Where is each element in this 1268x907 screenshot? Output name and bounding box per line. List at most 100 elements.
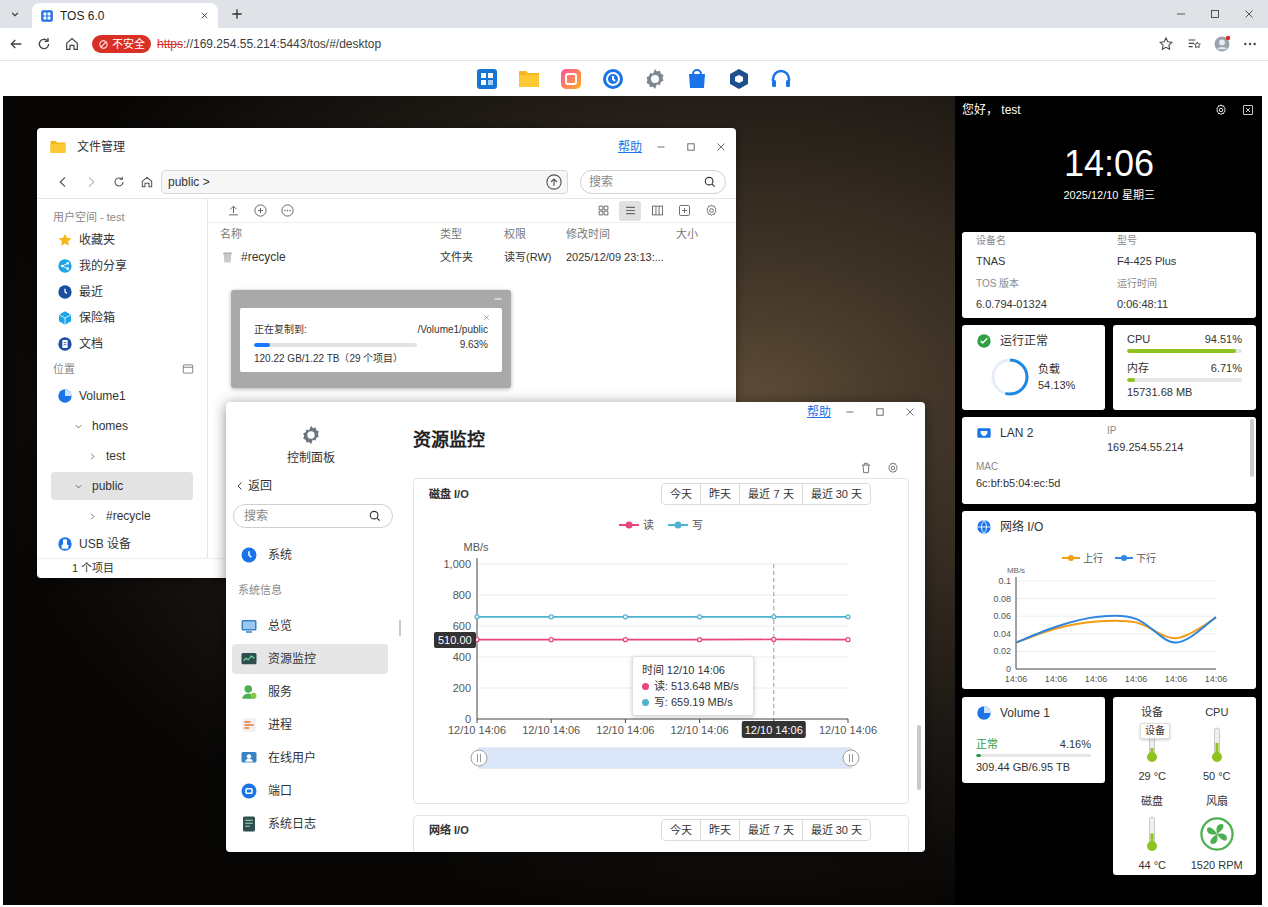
- data-point[interactable]: [623, 615, 627, 619]
- app-launcher-button[interactable]: [727, 67, 751, 91]
- nav-item[interactable]: 在线用户: [232, 741, 406, 774]
- view-mode-button[interactable]: [619, 201, 641, 221]
- nav-item-body[interactable]: 系统: [232, 540, 388, 570]
- search-input[interactable]: [589, 173, 703, 191]
- data-point[interactable]: [772, 637, 776, 641]
- view-mode-button[interactable]: [592, 201, 614, 221]
- minimize-button[interactable]: [835, 402, 865, 422]
- legend-item[interactable]: 上行: [1062, 551, 1103, 565]
- range-button[interactable]: 最近 30 天: [802, 820, 870, 840]
- data-point[interactable]: [475, 615, 479, 619]
- more-button[interactable]: [274, 200, 301, 222]
- nav-item-body[interactable]: 进程: [232, 710, 388, 740]
- maximize-button[interactable]: [1198, 0, 1232, 28]
- search-field[interactable]: [580, 170, 726, 194]
- nav-item[interactable]: 系统日志: [232, 807, 406, 840]
- chevron-right-icon[interactable]: [87, 511, 98, 522]
- data-point[interactable]: [846, 638, 850, 642]
- path-field[interactable]: public >: [161, 170, 568, 194]
- back-button[interactable]: 返回: [234, 476, 272, 496]
- help-link[interactable]: 帮助: [807, 403, 831, 421]
- new-window-button[interactable]: [673, 201, 695, 221]
- range-button[interactable]: 最近 7 天: [739, 484, 801, 504]
- nav-item-body[interactable]: 总览: [232, 611, 388, 641]
- app-launcher-button[interactable]: [685, 67, 709, 91]
- column-title[interactable]: 大小: [676, 226, 724, 243]
- reload-button[interactable]: [30, 30, 58, 58]
- clear-button[interactable]: [859, 461, 873, 475]
- nav-item[interactable]: 端口: [232, 774, 406, 807]
- view-mode-button[interactable]: [646, 201, 668, 221]
- security-badge[interactable]: 不安全: [92, 35, 151, 53]
- nav-item-body[interactable]: 服务: [232, 677, 388, 707]
- range-button[interactable]: 昨天: [700, 820, 739, 840]
- folder-row[interactable]: test: [51, 442, 193, 470]
- sidebar-item[interactable]: USB 设备: [41, 531, 203, 557]
- new-tab-button[interactable]: [226, 4, 248, 24]
- refresh-button[interactable]: [105, 170, 133, 194]
- minimize-button[interactable]: [491, 292, 505, 306]
- column-title[interactable]: 名称: [220, 226, 440, 243]
- range-button[interactable]: 最近 30 天: [802, 484, 870, 504]
- upload-button[interactable]: [220, 200, 247, 222]
- app-launcher-button[interactable]: [559, 67, 583, 91]
- data-point[interactable]: [549, 638, 553, 642]
- sidebar-item[interactable]: 收藏夹: [41, 227, 203, 253]
- data-point[interactable]: [772, 615, 776, 619]
- menu-button[interactable]: [1236, 30, 1264, 58]
- nav-item[interactable]: 服务: [232, 675, 406, 708]
- scrollbar-thumb[interactable]: [917, 725, 921, 790]
- parent-folder-button[interactable]: [543, 171, 565, 193]
- legend-item[interactable]: 写: [668, 517, 703, 533]
- chevron-right-icon[interactable]: [87, 451, 98, 462]
- home-button[interactable]: [133, 170, 161, 194]
- folder-row[interactable]: #recycle: [51, 502, 193, 530]
- legend-item[interactable]: 读: [619, 517, 654, 533]
- search-field[interactable]: [233, 504, 393, 528]
- data-point[interactable]: [623, 638, 627, 642]
- close-button[interactable]: [706, 137, 736, 157]
- back-button[interactable]: [2, 30, 30, 58]
- range-button[interactable]: 最近 7 天: [739, 820, 801, 840]
- folder-row[interactable]: public: [51, 472, 193, 500]
- data-point[interactable]: [549, 615, 553, 619]
- maximize-button[interactable]: [676, 137, 706, 157]
- sidebar-item[interactable]: 保险箱: [41, 305, 203, 331]
- maximize-button[interactable]: [865, 402, 895, 422]
- zoom-handle[interactable]: [471, 750, 487, 766]
- favorites-button[interactable]: [1180, 30, 1208, 58]
- sidebar-item[interactable]: 我的分享: [41, 253, 203, 279]
- volume-item[interactable]: Volume1: [41, 381, 203, 411]
- back-button[interactable]: [49, 170, 77, 194]
- data-point[interactable]: [698, 615, 702, 619]
- url-field[interactable]: https://169.254.55.214:5443/tos/#/deskto…: [157, 35, 381, 53]
- forward-button[interactable]: [77, 170, 105, 194]
- app-launcher-button[interactable]: [769, 67, 793, 91]
- sidebar-item[interactable]: 最近: [41, 279, 203, 305]
- nav-item-body[interactable]: 资源监控: [232, 644, 388, 674]
- nav-item-body[interactable]: 端口: [232, 776, 388, 806]
- data-point[interactable]: [846, 615, 850, 619]
- folder-tree-item[interactable]: homes: [37, 411, 207, 441]
- settings-button[interactable]: [886, 461, 900, 475]
- browser-tab[interactable]: TOS 6.0: [32, 3, 218, 28]
- new-button[interactable]: [247, 200, 274, 222]
- exit-fullscreen-icon[interactable]: [1242, 104, 1254, 116]
- nav-item[interactable]: 总览: [232, 609, 406, 642]
- column-title[interactable]: 修改时间: [566, 226, 676, 243]
- help-link[interactable]: 帮助: [618, 138, 642, 156]
- app-launcher-button[interactable]: [475, 67, 499, 91]
- range-button[interactable]: 今天: [662, 484, 700, 504]
- tab-list-button[interactable]: [4, 3, 26, 25]
- close-button[interactable]: [895, 402, 925, 422]
- nav-item[interactable]: 进程: [232, 708, 406, 741]
- app-launcher-button[interactable]: [643, 67, 667, 91]
- chevron-down-icon[interactable]: [73, 421, 84, 432]
- gear-icon[interactable]: [1214, 103, 1228, 117]
- bookmark-button[interactable]: [1152, 30, 1180, 58]
- zoom-window[interactable]: [479, 748, 851, 768]
- minimize-button[interactable]: [646, 137, 676, 157]
- profile-button[interactable]: [1208, 30, 1236, 58]
- folder-tree-item[interactable]: test: [37, 441, 207, 471]
- close-button[interactable]: [480, 311, 492, 323]
